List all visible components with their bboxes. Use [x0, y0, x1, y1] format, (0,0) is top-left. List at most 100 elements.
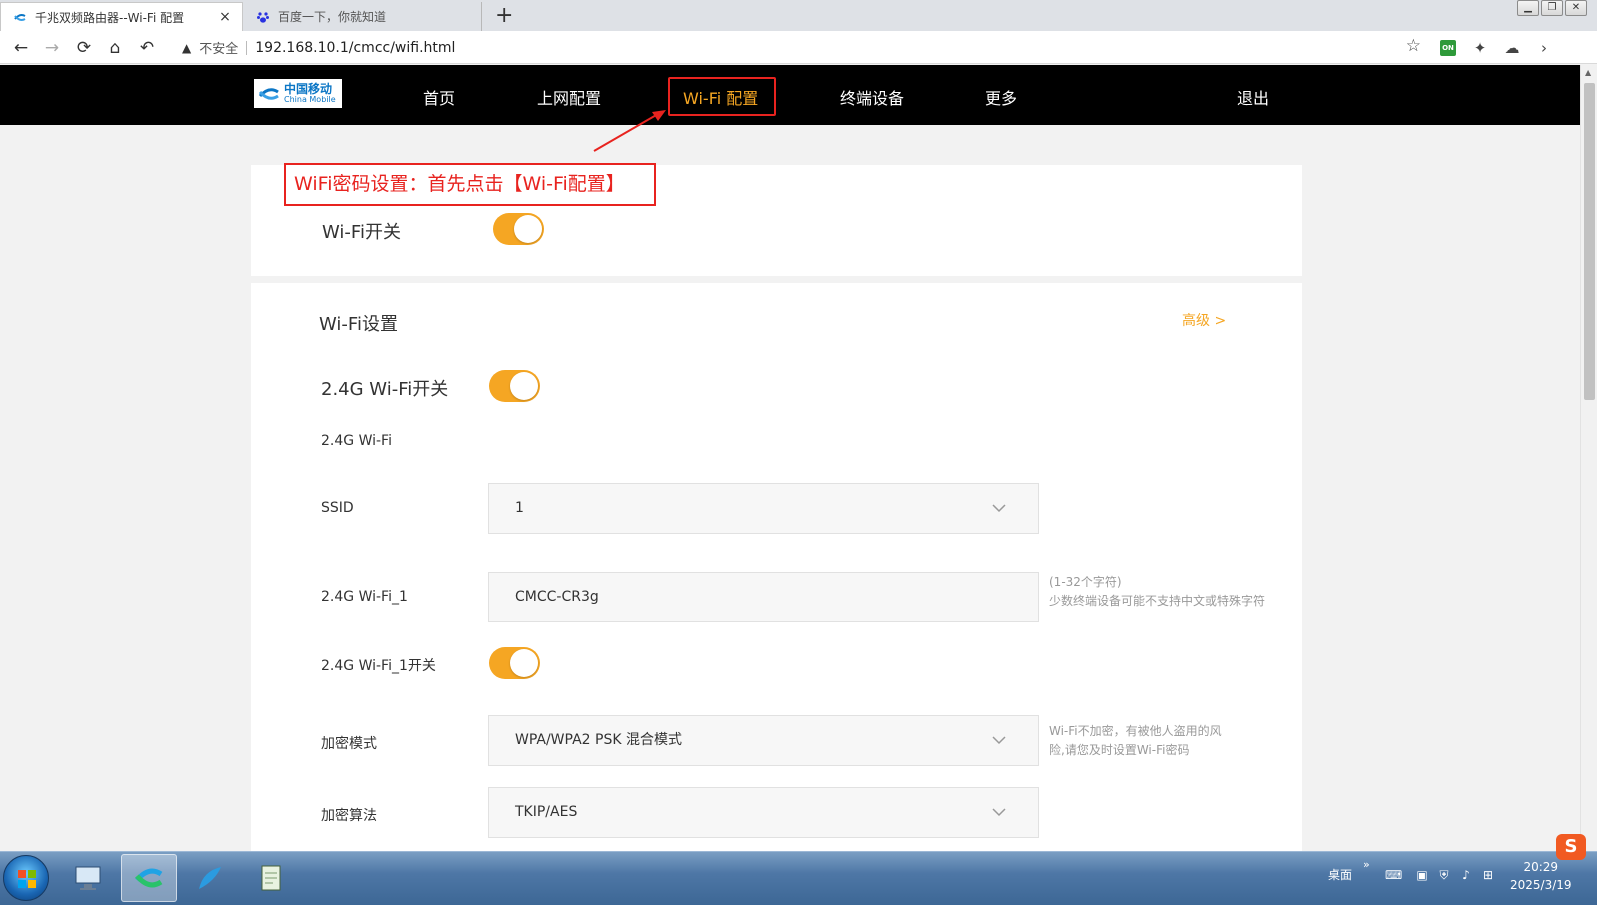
- security-status: 不安全: [199, 42, 239, 57]
- reload-icon[interactable]: ⟳: [73, 37, 95, 59]
- encryption-algorithm-select[interactable]: TKIP/AES: [488, 787, 1039, 838]
- minimize-icon[interactable]: ▁: [1517, 0, 1539, 16]
- url-text[interactable]: 192.168.10.1/cmcc/wifi.html: [255, 40, 455, 56]
- chevron-down-icon: [992, 808, 1006, 817]
- chevron-down-icon: [992, 736, 1006, 745]
- wifi-settings-card: Wi-Fi设置 高级 > 2.4G Wi-Fi开关 2.4G Wi-Fi SSI…: [251, 283, 1302, 851]
- undo-icon[interactable]: ↶: [136, 37, 158, 59]
- ssid-select[interactable]: 1: [488, 483, 1039, 534]
- tray-expand-icon[interactable]: »: [1363, 858, 1370, 871]
- sogou-ime-icon[interactable]: S: [1556, 834, 1586, 860]
- window-controls: ▁ ❐ ✕: [1517, 0, 1587, 16]
- page-viewport: 中国移动 China Mobile 首页 上网配置 Wi-Fi 配置 终端设备 …: [0, 65, 1580, 851]
- ssid-name-label: 2.4G Wi-Fi_1: [321, 589, 408, 605]
- clock-time: 20:29: [1523, 860, 1559, 874]
- tab-title: 千兆双频路由器--Wi-Fi 配置: [35, 10, 185, 25]
- chevron-down-icon: [992, 504, 1006, 513]
- wifi-master-label: Wi-Fi开关: [322, 222, 401, 243]
- toggle-knob: [514, 215, 542, 243]
- band-switch-toggle[interactable]: [489, 370, 540, 402]
- more-menu-icon[interactable]: ›: [1534, 38, 1554, 58]
- back-icon[interactable]: ←: [10, 37, 32, 59]
- top-navigation: 中国移动 China Mobile 首页 上网配置 Wi-Fi 配置 终端设备 …: [0, 65, 1580, 125]
- china-mobile-logo-icon: [258, 87, 279, 100]
- security-shield-icon[interactable]: ⛨: [1436, 867, 1452, 883]
- notepad-icon: [261, 865, 281, 891]
- tab-title: 百度一下，你就知道: [278, 10, 387, 24]
- computer-icon: [75, 866, 101, 890]
- download-cloud-icon[interactable]: ☁: [1502, 38, 1522, 58]
- taskbar-browser[interactable]: [121, 854, 177, 902]
- browser-toolbar: ← → ⟳ ⌂ ↶ ▲ 不安全 192.168.10.1/cmcc/wifi.h…: [0, 31, 1597, 64]
- clock-date: 2025/3/19: [1510, 878, 1572, 892]
- tab-wifi-config[interactable]: 千兆双频路由器--Wi-Fi 配置 ×: [0, 2, 243, 31]
- system-clock[interactable]: 20:29 2025/3/19: [1510, 858, 1572, 894]
- encryption-mode-select[interactable]: WPA/WPA2 PSK 混合模式: [488, 715, 1039, 766]
- windows-logo-icon: [18, 870, 36, 888]
- home-icon[interactable]: ⌂: [104, 37, 126, 59]
- forward-icon[interactable]: →: [41, 37, 63, 59]
- toggle-knob: [510, 372, 538, 400]
- ssid-switch-label: 2.4G Wi-Fi_1开关: [321, 658, 436, 674]
- annotation-highlight-box: [668, 77, 776, 116]
- encryption-algorithm-value: TKIP/AES: [515, 804, 578, 820]
- encryption-mode-hint-line2: 险,请您及时设置Wi-Fi密码: [1049, 743, 1190, 757]
- annotation-callout: WiFi密码设置：首先点击【Wi-Fi配置】: [284, 163, 656, 206]
- scroll-up-icon[interactable]: ▲: [1585, 68, 1591, 77]
- display-icon[interactable]: ▣: [1414, 867, 1430, 883]
- encryption-mode-hint: Wi-Fi不加密，有被他人盗用的风 险,请您及时设置Wi-Fi密码: [1049, 722, 1222, 760]
- baidu-paw-icon: [257, 11, 269, 23]
- tab-baidu[interactable]: 百度一下，你就知道: [244, 2, 482, 31]
- desktop-toolbar-label[interactable]: 桌面: [1328, 866, 1352, 883]
- logout-link[interactable]: 退出: [1237, 85, 1269, 109]
- nav-home[interactable]: 首页: [423, 85, 455, 109]
- extensions-puzzle-icon[interactable]: ✦: [1470, 38, 1490, 58]
- nav-more[interactable]: 更多: [985, 85, 1017, 109]
- band-switch-label: 2.4G Wi-Fi开关: [321, 379, 449, 400]
- page-scrollbar[interactable]: ▲: [1580, 65, 1597, 851]
- address-separator: [246, 40, 248, 55]
- ssid-value: 1: [515, 500, 524, 516]
- browser-logo-icon: [135, 868, 163, 888]
- feather-app-icon: [199, 867, 221, 889]
- encryption-mode-value: WPA/WPA2 PSK 混合模式: [515, 732, 682, 748]
- annotation-arrow-icon: [593, 110, 666, 152]
- ssid-name-input[interactable]: [488, 572, 1039, 622]
- volume-icon[interactable]: ♪: [1458, 867, 1474, 883]
- network-icon[interactable]: ⊞: [1480, 867, 1496, 883]
- encryption-mode-label: 加密模式: [321, 736, 377, 752]
- ssid-name-hint: (1-32个字符) 少数终端设备可能不支持中文或特殊字符: [1049, 573, 1265, 611]
- ssid-label: SSID: [321, 500, 354, 516]
- windows-taskbar: 桌面 » ⌨ ▣ ⛨ ♪ ⊞ 20:29 2025/3/19: [0, 851, 1597, 905]
- nav-devices[interactable]: 终端设备: [840, 85, 904, 109]
- keyboard-icon[interactable]: ⌨: [1385, 867, 1402, 883]
- new-tab-button[interactable]: +: [495, 3, 513, 29]
- browser-tab-strip: 千兆双频路由器--Wi-Fi 配置 × 百度一下，你就知道 + ▁ ❐ ✕: [0, 0, 1597, 31]
- taskbar-app-feather[interactable]: [182, 854, 238, 902]
- scrollbar-thumb[interactable]: [1584, 83, 1595, 400]
- ssid-switch-toggle[interactable]: [489, 647, 540, 679]
- encryption-algorithm-label: 加密算法: [321, 808, 377, 824]
- toggle-knob: [510, 649, 538, 677]
- wifi-master-toggle[interactable]: [493, 213, 544, 245]
- advanced-link[interactable]: 高级 >: [1182, 310, 1226, 330]
- extension-on-icon[interactable]: ON: [1440, 40, 1456, 56]
- start-button[interactable]: [3, 855, 49, 901]
- restore-icon[interactable]: ❐: [1541, 0, 1563, 16]
- ssid-name-hint-line1: (1-32个字符): [1049, 575, 1122, 589]
- window-close-icon[interactable]: ✕: [1565, 0, 1587, 16]
- address-bar[interactable]: ▲ 不安全 192.168.10.1/cmcc/wifi.html ☆: [170, 34, 1435, 61]
- band-heading: 2.4G Wi-Fi: [321, 433, 392, 449]
- ssid-name-hint-line2: 少数终端设备可能不支持中文或特殊字符: [1049, 594, 1266, 608]
- china-mobile-logo[interactable]: 中国移动 China Mobile: [254, 79, 342, 108]
- taskbar-app-notepad[interactable]: [243, 854, 299, 902]
- tab-close-icon[interactable]: ×: [218, 9, 232, 25]
- wifi-settings-title: Wi-Fi设置: [319, 314, 398, 335]
- logo-en-text: China Mobile: [284, 95, 336, 104]
- warning-icon: ▲: [182, 40, 192, 55]
- bookmark-star-icon[interactable]: ☆: [1406, 36, 1421, 56]
- encryption-mode-hint-line1: Wi-Fi不加密，有被他人盗用的风: [1049, 724, 1222, 738]
- china-mobile-favicon-icon: [14, 14, 26, 21]
- taskbar-computer[interactable]: [60, 854, 116, 902]
- logo-cn-text: 中国移动: [284, 82, 333, 96]
